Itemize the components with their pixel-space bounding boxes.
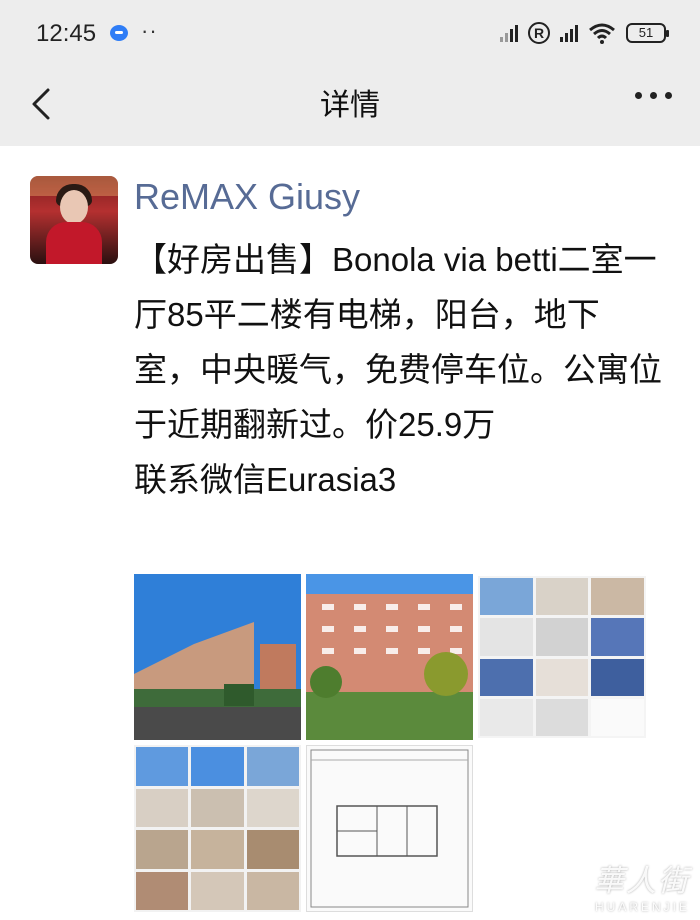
photo-floor-plan[interactable] xyxy=(306,745,473,912)
photo-interior-collage[interactable] xyxy=(478,576,646,738)
message-notification-icon xyxy=(110,25,128,41)
site-watermark: 華人街 HUARENJIE xyxy=(594,856,690,914)
author-name[interactable]: ReMAX Giusy xyxy=(134,176,360,218)
status-time: 12:45 xyxy=(36,20,97,47)
post-text: 【好房出售】Bonola via betti二室一厅85平二楼有电梯，阳台，地下… xyxy=(134,241,662,498)
status-bar: 12:45 ·· R 51 xyxy=(0,0,700,66)
status-icons: R 51 xyxy=(500,18,669,48)
photo-building-exterior-1[interactable] xyxy=(134,574,301,740)
wifi-icon xyxy=(589,23,615,44)
watermark-cn: 華人街 xyxy=(594,864,690,899)
battery-icon: 51 xyxy=(626,23,669,43)
roaming-icon: R xyxy=(528,22,550,44)
photo-exterior-interior-collage[interactable] xyxy=(134,745,301,912)
signal-icon-2 xyxy=(560,24,578,42)
photo-building-exterior-2[interactable] xyxy=(306,574,473,740)
nav-bar: 详情 xyxy=(0,66,700,146)
more-icon[interactable] xyxy=(635,92,672,99)
watermark-en: HUARENJIE xyxy=(594,900,690,914)
avatar[interactable] xyxy=(30,176,118,264)
status-more-notifications: ·· xyxy=(141,18,158,43)
page-title: 详情 xyxy=(320,89,380,122)
signal-icon xyxy=(500,24,518,42)
